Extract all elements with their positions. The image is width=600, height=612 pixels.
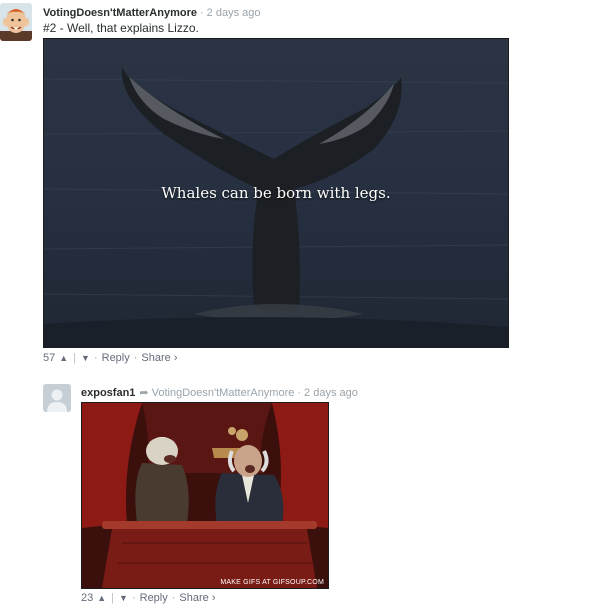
comment-header: VotingDoesn'tMatterAnymore · 2 days ago <box>43 6 260 20</box>
author-name[interactable]: exposfan1 <box>81 387 135 399</box>
reply-button[interactable]: Reply <box>102 352 130 364</box>
comment-header: exposfan1 ➦ VotingDoesn'tMatterAnymore · 2 d… <box>81 386 358 400</box>
downvote-icon[interactable]: ▼ <box>81 353 90 363</box>
downvote-icon[interactable]: ▼ <box>119 593 128 603</box>
media-watermark: MAKE GIFS AT GIFSOUP.COM <box>220 579 324 586</box>
comment-footer: 57 ▲ | ▼ · Reply · Share › <box>43 351 178 365</box>
comment-footer: 23 ▲ | ▼ · Reply · Share › <box>81 591 216 605</box>
comment-media-gif[interactable]: Whales can be born with legs. <box>43 38 509 348</box>
comment-media-gif[interactable]: MAKE GIFS AT GIFSOUP.COM <box>81 402 329 589</box>
separator-dot: · <box>93 352 98 364</box>
comment-text: #2 - Well, that explains Lizzo. <box>43 21 199 35</box>
separator-dot: · <box>171 592 176 604</box>
upvote-icon[interactable]: ▲ <box>97 593 106 603</box>
timestamp[interactable]: 2 days ago <box>304 387 358 399</box>
avatar[interactable] <box>0 3 32 41</box>
media-caption: Whales can be born with legs. <box>161 184 391 202</box>
vote-count: 23 <box>81 592 94 604</box>
author-name[interactable]: VotingDoesn'tMatterAnymore <box>43 7 197 19</box>
separator-dot: · <box>297 387 302 399</box>
upvote-icon[interactable]: ▲ <box>59 353 68 363</box>
avatar[interactable] <box>43 384 71 412</box>
muppets-balcony-image <box>82 403 328 588</box>
reply-to-user[interactable]: VotingDoesn'tMatterAnymore <box>152 387 295 399</box>
vote-divider: | <box>111 592 115 604</box>
timestamp[interactable]: 2 days ago <box>207 7 261 19</box>
separator-dot: · <box>133 352 138 364</box>
share-button[interactable]: Share › <box>179 592 215 604</box>
vote-count: 57 <box>43 352 56 364</box>
reply-button[interactable]: Reply <box>140 592 168 604</box>
separator-dot: · <box>131 592 136 604</box>
reply-arrow-icon: ➦ <box>139 387 149 399</box>
share-button[interactable]: Share › <box>141 352 177 364</box>
vote-divider: | <box>73 352 77 364</box>
separator-dot: · <box>199 7 204 19</box>
